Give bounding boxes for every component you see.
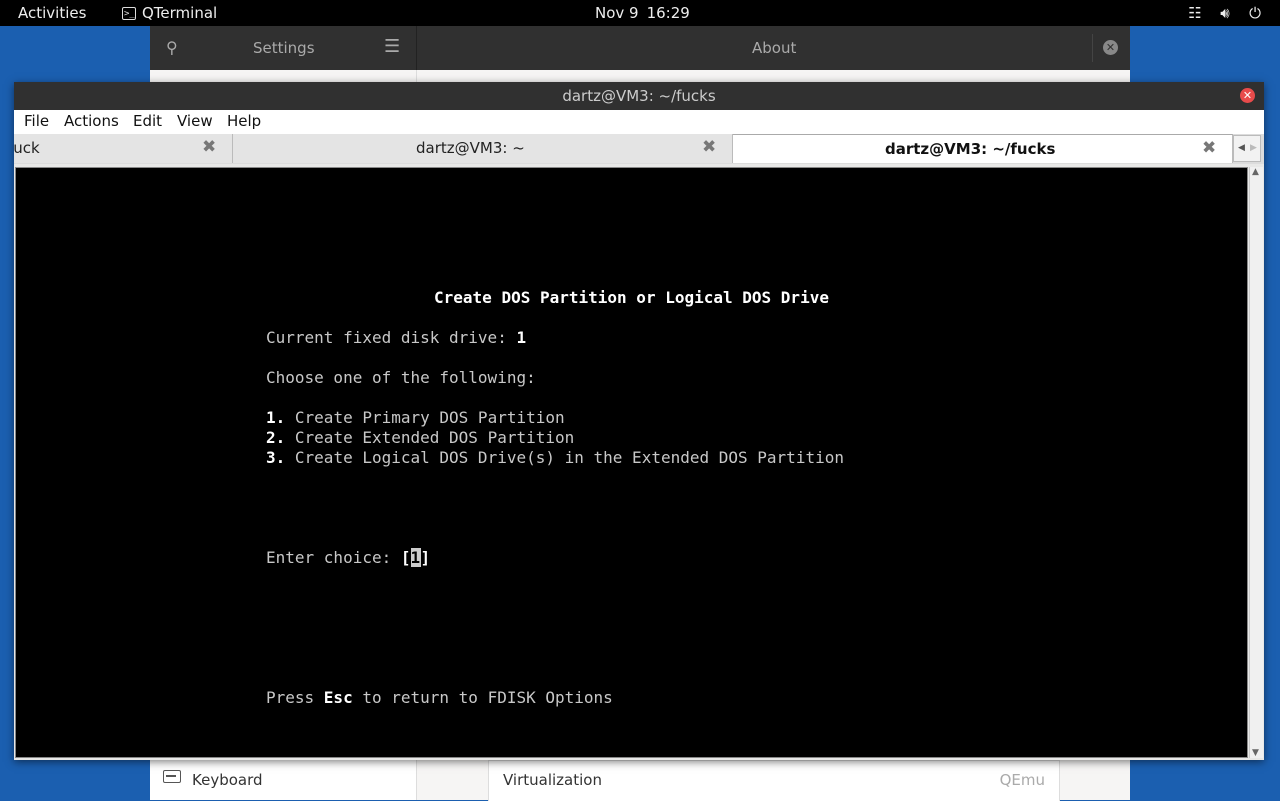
close-tab-icon[interactable]: ✖	[202, 137, 216, 157]
option-number: 3.	[266, 448, 286, 467]
option-line: 3. Create Logical DOS Drive(s) in the Ex…	[266, 448, 844, 467]
activities-button[interactable]: Activities	[18, 4, 86, 22]
tab-label: dartz@VM3: ~	[416, 139, 525, 157]
option-line: 2. Create Extended DOS Partition	[266, 428, 574, 447]
settings-header: ⚲ Settings ☰ About ✕	[150, 26, 1130, 70]
menu-help[interactable]: Help	[227, 112, 261, 130]
esc-hint-line: Press Esc to return to FDISK Options	[266, 688, 613, 707]
tab-home[interactable]: dartz@VM3: ~ ✖	[233, 134, 733, 163]
menu-bar: File Actions Edit View Help	[14, 110, 1264, 134]
option-text: Create Logical DOS Drive(s) in the Exten…	[294, 448, 844, 467]
choice-bracket: ]	[420, 548, 431, 567]
clock-time: 16:29	[646, 4, 690, 22]
panel-title: About	[752, 39, 797, 57]
choose-prompt: Choose one of the following:	[266, 368, 536, 387]
esc-key: Esc	[323, 688, 353, 707]
close-tab-icon[interactable]: ✖	[1202, 138, 1216, 158]
option-number: 1.	[266, 408, 286, 427]
chevron-right-icon[interactable]: ▶	[1250, 143, 1257, 153]
option-text: Create Extended DOS Partition	[294, 428, 575, 447]
header-divider	[416, 26, 417, 70]
option-text: Create Primary DOS Partition	[294, 408, 565, 427]
sidebar-item-label: Keyboard	[192, 771, 263, 789]
esc-hint-text: Press	[266, 688, 324, 707]
sidebar-item-keyboard[interactable]: Keyboard	[150, 760, 416, 800]
terminal-screen[interactable]: Create DOS Partition or Logical DOS Driv…	[15, 167, 1248, 758]
clock-date: Nov 9	[595, 4, 639, 22]
enter-choice-line: Enter choice: [1]	[266, 548, 430, 567]
clock[interactable]: Nov 9 16:29	[595, 4, 690, 22]
current-drive-line: Current fixed disk drive: 1	[266, 328, 526, 347]
scroll-down-icon[interactable]: ▼	[1252, 748, 1259, 758]
settings-title: Settings	[253, 39, 315, 57]
header-divider	[1092, 34, 1093, 62]
close-tab-icon[interactable]: ✖	[702, 137, 716, 157]
close-icon[interactable]: ✕	[1240, 88, 1255, 103]
tab-bar: fuck ✖ dartz@VM3: ~ ✖ dartz@VM3: ~/fucks…	[14, 134, 1264, 164]
app-menu[interactable]: >_ QTerminal	[122, 4, 217, 22]
menu-actions[interactable]: Actions	[64, 112, 119, 130]
terminal-icon: >_	[122, 6, 136, 20]
tab-fuck[interactable]: fuck ✖	[14, 134, 233, 163]
window-title: dartz@VM3: ~/fucks	[562, 87, 716, 105]
network-icon[interactable]: ☷	[1186, 4, 1204, 22]
scroll-up-icon[interactable]: ▲	[1252, 167, 1259, 177]
fdisk-heading: Create DOS Partition or Logical DOS Driv…	[434, 288, 829, 307]
drive-label: Current fixed disk drive:	[266, 328, 517, 347]
tab-scroll-buttons[interactable]: ◀ ▶	[1233, 135, 1261, 162]
row-value: QEmu	[999, 771, 1045, 789]
keyboard-icon	[163, 770, 181, 783]
menu-view[interactable]: View	[177, 112, 213, 130]
drive-value: 1	[516, 328, 527, 347]
top-bar: Activities >_ QTerminal Nov 9 16:29 ☷ 🔊︎ …	[0, 0, 1280, 26]
esc-hint-text: to return to FDISK Options	[352, 688, 613, 707]
choice-bracket: [	[400, 548, 411, 567]
choice-label: Enter choice:	[266, 548, 401, 567]
hamburger-menu-icon[interactable]: ☰	[384, 36, 400, 57]
power-icon[interactable]: ⏻	[1246, 4, 1264, 22]
tab-label: fuck	[14, 139, 40, 157]
window-titlebar[interactable]: dartz@VM3: ~/fucks ✕	[14, 82, 1264, 110]
qterminal-window: dartz@VM3: ~/fucks ✕ File Actions Edit V…	[14, 82, 1264, 760]
menu-edit[interactable]: Edit	[133, 112, 162, 130]
menu-file[interactable]: File	[24, 112, 49, 130]
app-menu-label: QTerminal	[142, 4, 218, 22]
chevron-left-icon[interactable]: ◀	[1238, 143, 1245, 153]
tab-fucks[interactable]: dartz@VM3: ~/fucks ✖	[733, 134, 1233, 163]
search-icon[interactable]: ⚲	[166, 38, 178, 57]
vertical-scrollbar[interactable]: ▲ ▼	[1249, 167, 1263, 758]
system-tray[interactable]: ☷ 🔊︎ ⏻	[1186, 4, 1264, 22]
tab-label: dartz@VM3: ~/fucks	[885, 140, 1056, 158]
option-line: 1. Create Primary DOS Partition	[266, 408, 565, 427]
virtualization-row: Virtualization QEmu	[488, 760, 1060, 801]
choice-input[interactable]: 1	[410, 548, 421, 567]
option-number: 2.	[266, 428, 286, 447]
volume-icon[interactable]: 🔊︎	[1216, 4, 1234, 22]
row-label: Virtualization	[503, 771, 602, 789]
close-icon[interactable]: ✕	[1103, 40, 1118, 55]
